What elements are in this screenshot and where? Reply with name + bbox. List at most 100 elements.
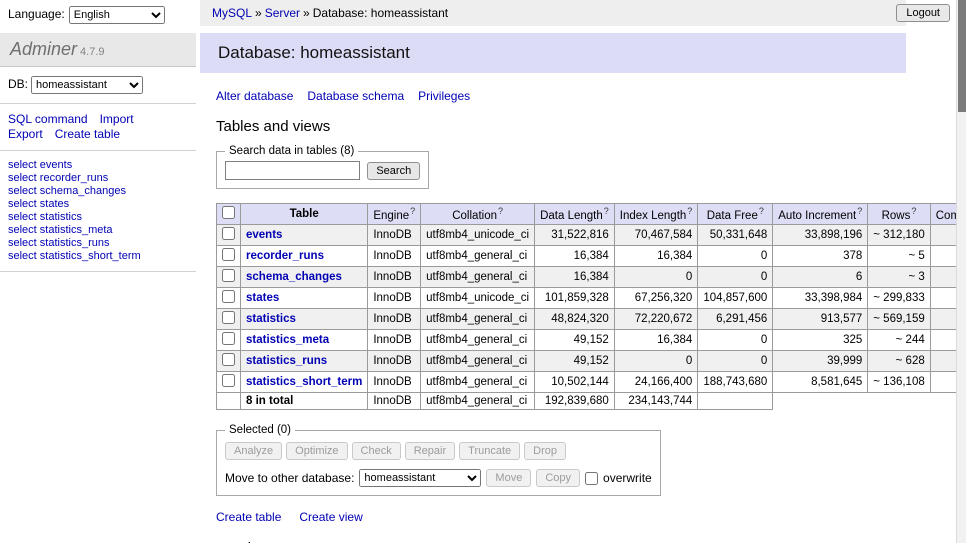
help-icon[interactable]: ? [498, 206, 503, 216]
import-link[interactable]: Import [100, 112, 134, 126]
cell-data_free[interactable]: 0 [698, 267, 773, 288]
cell-data_free[interactable]: 0 [698, 351, 773, 372]
sidebar-table-link[interactable]: select recorder_runs [8, 172, 108, 184]
privileges-link[interactable]: Privileges [418, 89, 470, 103]
cell-data_length[interactable]: 16,384 [535, 267, 615, 288]
cell-data_free[interactable]: 0 [698, 330, 773, 351]
cell-data_length[interactable]: 31,522,816 [535, 225, 615, 246]
cell-auto_increment[interactable]: 378 [773, 246, 868, 267]
overwrite-checkbox[interactable] [585, 472, 598, 485]
repair-button[interactable]: Repair [405, 442, 455, 460]
table-name-link[interactable]: statistics_runs [246, 355, 327, 367]
cell-rows[interactable]: ~ 569,159 [868, 309, 930, 330]
cell-index_length[interactable]: 72,220,672 [614, 309, 698, 330]
search-input[interactable] [225, 161, 360, 180]
logout-button[interactable]: Logout [896, 4, 950, 22]
cell-rows[interactable]: ~ 244 [868, 330, 930, 351]
cell-index_length[interactable]: 16,384 [614, 246, 698, 267]
cell-rows[interactable]: ~ 628 [868, 351, 930, 372]
cell-auto_increment[interactable]: 33,898,196 [773, 225, 868, 246]
sidebar-table-link[interactable]: select statistics [8, 211, 82, 223]
row-checkbox[interactable] [222, 248, 235, 261]
sidebar-table-link[interactable]: select events [8, 159, 72, 171]
app-version[interactable]: 4.7.9 [80, 46, 104, 58]
table-name-link[interactable]: statistics_meta [246, 334, 329, 346]
help-icon[interactable]: ? [687, 206, 692, 216]
cell-data_length[interactable]: 49,152 [535, 351, 615, 372]
help-icon[interactable]: ? [410, 206, 415, 216]
table-name-link[interactable]: recorder_runs [246, 250, 324, 262]
db-select[interactable]: homeassistant [31, 76, 143, 94]
breadcrumb-link-server[interactable]: Server [265, 6, 300, 20]
cell-index_length[interactable]: 67,256,320 [614, 288, 698, 309]
database-schema-link[interactable]: Database schema [307, 89, 404, 103]
create-table-link[interactable]: Create table [216, 510, 281, 524]
cell-index_length[interactable]: 24,166,400 [614, 372, 698, 393]
cell-auto_increment[interactable]: 325 [773, 330, 868, 351]
cell-auto_increment[interactable]: 39,999 [773, 351, 868, 372]
sidebar-table-link[interactable]: select statistics_meta [8, 224, 113, 236]
cell-data_length[interactable]: 48,824,320 [535, 309, 615, 330]
cell-data_length[interactable]: 49,152 [535, 330, 615, 351]
cell-rows[interactable]: ~ 299,833 [868, 288, 930, 309]
row-checkbox[interactable] [222, 353, 235, 366]
table-name-link[interactable]: statistics_short_term [246, 376, 362, 388]
row-checkbox[interactable] [222, 269, 235, 282]
scrollbar-thumb[interactable] [958, 0, 966, 112]
cell-index_length[interactable]: 0 [614, 267, 698, 288]
table-name-link[interactable]: schema_changes [246, 271, 342, 283]
sidebar-table-link[interactable]: select statistics_short_term [8, 250, 141, 262]
cell-auto_increment[interactable]: 8,581,645 [773, 372, 868, 393]
cell-auto_increment[interactable]: 6 [773, 267, 868, 288]
create-view-link[interactable]: Create view [299, 510, 362, 524]
sidebar-table-link[interactable]: select states [8, 198, 69, 210]
cell-auto_increment[interactable]: 913,577 [773, 309, 868, 330]
export-link[interactable]: Export [8, 127, 43, 141]
search-button[interactable]: Search [367, 162, 420, 180]
analyze-button[interactable]: Analyze [225, 442, 282, 460]
move-db-select[interactable]: homeassistant [359, 469, 481, 487]
language-select[interactable]: English [69, 6, 165, 24]
cell-index_length[interactable]: 0 [614, 351, 698, 372]
truncate-button[interactable]: Truncate [459, 442, 520, 460]
app-name[interactable]: Adminer [10, 39, 77, 59]
cell-data_free[interactable]: 6,291,456 [698, 309, 773, 330]
cell-data_free[interactable]: 0 [698, 246, 773, 267]
help-icon[interactable]: ? [911, 206, 916, 216]
help-icon[interactable]: ? [759, 206, 764, 216]
sidebar-table-link[interactable]: select schema_changes [8, 185, 126, 197]
copy-button[interactable]: Copy [536, 469, 580, 487]
cell-index_length[interactable]: 70,467,584 [614, 225, 698, 246]
drop-button[interactable]: Drop [524, 442, 566, 460]
cell-auto_increment[interactable]: 33,398,984 [773, 288, 868, 309]
breadcrumb-link-mysql[interactable]: MySQL [212, 6, 252, 20]
cell-data_length[interactable]: 101,859,328 [535, 288, 615, 309]
cell-rows[interactable]: ~ 5 [868, 246, 930, 267]
row-checkbox[interactable] [222, 227, 235, 240]
help-icon[interactable]: ? [604, 206, 609, 216]
sql-command-link[interactable]: SQL command [8, 112, 88, 126]
cell-index_length[interactable]: 16,384 [614, 330, 698, 351]
create-table-link-sidebar[interactable]: Create table [55, 127, 120, 141]
move-button[interactable]: Move [486, 469, 531, 487]
row-checkbox[interactable] [222, 332, 235, 345]
cell-data_free[interactable]: 188,743,680 [698, 372, 773, 393]
help-icon[interactable]: ? [857, 206, 862, 216]
row-checkbox[interactable] [222, 311, 235, 324]
row-checkbox[interactable] [222, 290, 235, 303]
cell-data_length[interactable]: 16,384 [535, 246, 615, 267]
cell-data_free[interactable]: 104,857,600 [698, 288, 773, 309]
table-name-link[interactable]: statistics [246, 313, 296, 325]
sidebar-table-link[interactable]: select statistics_runs [8, 237, 109, 249]
table-name-link[interactable]: states [246, 292, 279, 304]
check-button[interactable]: Check [352, 442, 401, 460]
scrollbar[interactable] [956, 0, 966, 543]
row-checkbox[interactable] [222, 374, 235, 387]
cell-data_length[interactable]: 10,502,144 [535, 372, 615, 393]
optimize-button[interactable]: Optimize [286, 442, 347, 460]
table-name-link[interactable]: events [246, 229, 282, 241]
alter-database-link[interactable]: Alter database [216, 89, 293, 103]
cell-rows[interactable]: ~ 312,180 [868, 225, 930, 246]
select-all-checkbox[interactable] [222, 206, 235, 219]
cell-rows[interactable]: ~ 136,108 [868, 372, 930, 393]
